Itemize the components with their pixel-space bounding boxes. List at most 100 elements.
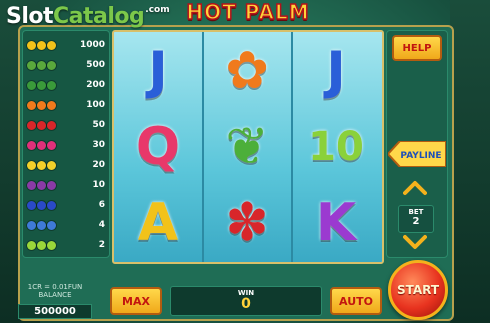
- symbol-dot: [37, 200, 46, 210]
- game-title: HOT PALM: [186, 0, 310, 25]
- paytable-row: 100: [23, 95, 109, 115]
- symbol-glyph: J: [326, 41, 346, 101]
- symbol-dot: [27, 80, 36, 90]
- win-value: 0: [241, 296, 251, 312]
- paytable-value: 1000: [79, 40, 105, 50]
- symbol-dot: [27, 40, 36, 50]
- bird-of-paradise-symbol: ✿: [204, 34, 290, 108]
- max-bet-button[interactable]: MAX: [110, 287, 162, 315]
- symbol-dot: [47, 40, 56, 50]
- symbol-dot: [47, 100, 56, 110]
- help-button[interactable]: HELP: [392, 35, 442, 61]
- paytable-row: 500: [23, 55, 109, 75]
- symbol-dot: [27, 160, 36, 170]
- balance-value: 500000: [18, 304, 92, 319]
- symbol-dot: [47, 160, 56, 170]
- symbol-glyph: J: [148, 41, 168, 101]
- mangosteen-3x-icon: [27, 177, 67, 193]
- symbol-dot: [47, 80, 56, 90]
- bet-down-chevron-icon[interactable]: [403, 234, 427, 250]
- symbol-dot: [27, 100, 36, 110]
- paytable-row: 30: [23, 135, 109, 155]
- symbol-dot: [27, 140, 36, 150]
- parrot-3x-icon: [27, 77, 67, 93]
- symbol-dot: [47, 180, 56, 190]
- paytable-value: 100: [86, 100, 105, 110]
- symbol-glyph: 10: [308, 124, 364, 170]
- symbol-glyph: K: [315, 193, 357, 253]
- symbol-glyph: A: [137, 193, 179, 253]
- paytable-value: 30: [92, 140, 105, 150]
- letter-j-symbol: J: [293, 34, 379, 108]
- watermark-domain: .com: [145, 5, 170, 15]
- banana-3x-icon: [27, 157, 67, 173]
- symbol-dot: [37, 60, 46, 70]
- payline-button[interactable]: PAYLINE: [388, 141, 446, 167]
- bet-value: 2: [412, 216, 420, 227]
- bet-display: BET 2: [398, 205, 434, 233]
- parrot-symbol: ❦: [204, 110, 290, 184]
- 1000-coins-3x-icon: [27, 237, 67, 253]
- letter-j-symbol: J: [115, 34, 201, 108]
- pineapple-3x-icon: [27, 57, 67, 73]
- symbol-dot: [37, 80, 46, 90]
- symbol-glyph: ❦: [225, 117, 269, 177]
- symbol-dot: [37, 100, 46, 110]
- autoplay-button[interactable]: AUTO: [330, 287, 382, 315]
- bet-up-chevron-icon[interactable]: [403, 180, 427, 196]
- paytable-row: 4: [23, 215, 109, 235]
- dragon-fruit-3x-icon: [27, 137, 67, 153]
- symbol-dot: [47, 240, 56, 250]
- symbol-dot: [37, 220, 46, 230]
- start-spin-button[interactable]: START: [388, 260, 448, 320]
- blueberry-3x-icon: [27, 197, 67, 213]
- palm-tree-3x-icon: [27, 37, 67, 53]
- symbol-dot: [37, 40, 46, 50]
- symbol-dot: [27, 220, 36, 230]
- paytable-row: 1000: [23, 35, 109, 55]
- symbol-glyph: Q: [135, 117, 181, 177]
- watermark-logo: SlotCatalog: [6, 4, 145, 29]
- bird-of-paradise-3x-icon: [27, 97, 67, 113]
- symbol-dot: [37, 140, 46, 150]
- paytable-value: 10: [92, 180, 105, 190]
- symbol-dot: [47, 200, 56, 210]
- symbol-dot: [47, 220, 56, 230]
- reels-area: J Q A ✿ ❦ ✽ J 10 K: [112, 30, 384, 264]
- passion-fruit-3x-icon: [27, 217, 67, 233]
- paytable-value: 20: [92, 160, 105, 170]
- jungle-foliage-right: [450, 0, 490, 323]
- symbol-glyph: ✽: [225, 193, 269, 253]
- paytable-row: 20: [23, 155, 109, 175]
- hibiscus-symbol: ✽: [204, 186, 290, 260]
- symbol-dot: [47, 120, 56, 130]
- letter-a-symbol: A: [115, 186, 201, 260]
- symbol-dot: [27, 120, 36, 130]
- paytable-value: 200: [86, 80, 105, 90]
- hibiscus-3x-icon: [27, 117, 67, 133]
- symbol-dot: [37, 120, 46, 130]
- paytable-row: 200: [23, 75, 109, 95]
- paytable-value: 6: [98, 200, 105, 210]
- bet-label: BET: [408, 208, 424, 216]
- letter-q-symbol: Q: [115, 110, 201, 184]
- paytable-row: 2: [23, 235, 109, 255]
- letter-k-symbol: K: [293, 186, 379, 260]
- paytable-row: 50: [23, 115, 109, 135]
- paytable-row: 6: [23, 195, 109, 215]
- paytable-value: 500: [86, 60, 105, 70]
- symbol-dot: [47, 140, 56, 150]
- symbol-dot: [27, 240, 36, 250]
- symbol-glyph: ✿: [225, 41, 269, 101]
- symbol-dot: [37, 240, 46, 250]
- slotcatalog-watermark: SlotCatalog .com: [6, 4, 170, 29]
- balance-label: BALANCE: [38, 291, 72, 299]
- symbol-dot: [27, 200, 36, 210]
- paytable-value: 50: [92, 120, 105, 130]
- balance-panel: 1CR = 0.01FUN BALANCE 500000: [6, 283, 104, 319]
- payline-label: PAYLINE: [400, 151, 441, 161]
- paytable-value: 2: [98, 240, 105, 250]
- credit-rate: 1CR = 0.01FUN: [27, 283, 83, 291]
- symbol-dot: [27, 60, 36, 70]
- win-display: WIN 0: [170, 286, 322, 316]
